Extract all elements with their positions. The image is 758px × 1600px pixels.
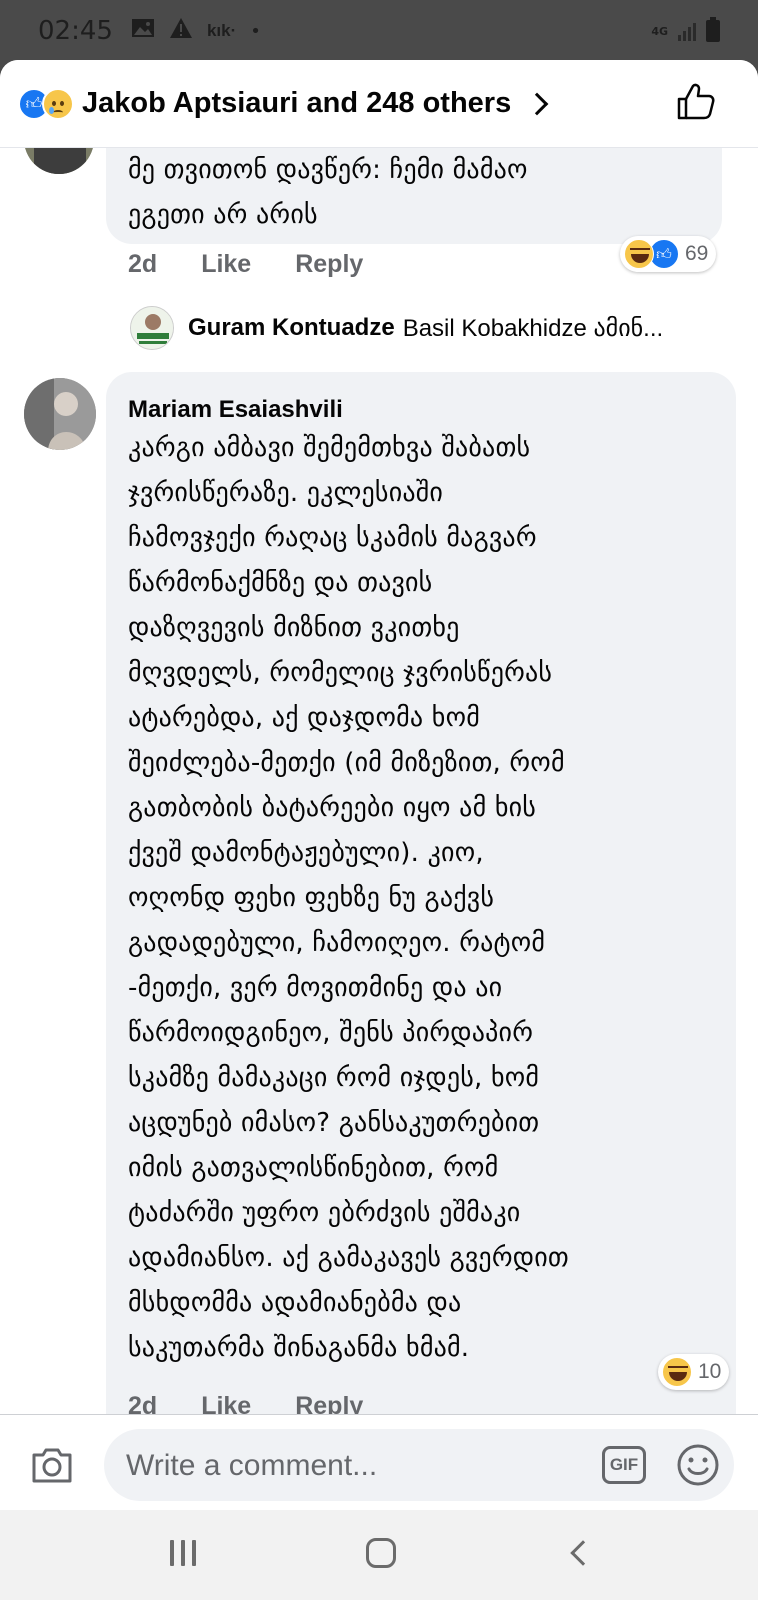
comment-input-placeholder: Write a comment... [126, 1449, 378, 1482]
reactions-comments-sheet: 👍︎ Jakob Aptsiauri and 248 others მე თვი… [0, 60, 758, 1510]
notification-dot: • [250, 20, 261, 42]
comment-line: წარმოიდგინეო, შენს პირდაპირ [128, 1018, 534, 1048]
comment-input[interactable]: Write a comment... GIF [104, 1429, 734, 1501]
camera-button[interactable] [30, 1445, 74, 1485]
comment-line: -მეთქი, ვერ მოვითმინე და აი [128, 973, 503, 1003]
comment-line: ადამიანსო. აქ გამაკავეს გვერდით [128, 1243, 569, 1273]
haha-reaction-icon [624, 239, 654, 269]
smile-icon [677, 1444, 719, 1486]
comment-line: კარგი ამბავი შემემთხვა შაბათს [128, 433, 531, 463]
warning-icon [169, 17, 193, 45]
recents-button[interactable] [170, 1540, 196, 1566]
reaction-stack: 👍︎ [18, 87, 74, 120]
status-bar: 02:45 kık· • 4G [0, 0, 758, 62]
like-link[interactable]: Like [201, 250, 251, 279]
avatar [130, 306, 174, 350]
signal-icon [678, 21, 696, 41]
comment-bubble[interactable]: Mariam Esaiashvili კარგი ამბავი შემემთხვ… [106, 372, 736, 1442]
system-navigation-bar [0, 1510, 758, 1600]
comment-line: ეგეთი არ არის [128, 200, 318, 230]
home-button[interactable] [366, 1538, 396, 1568]
comment-line: დაზღვევის მიზნით ვკითხე [128, 613, 460, 643]
gif-button[interactable]: GIF [602, 1446, 646, 1484]
avatar[interactable] [24, 378, 96, 450]
comment-composer: Write a comment... GIF [0, 1414, 758, 1510]
comment-line: შეიძლება-მეთქი (იმ მიზეზით, რომ [128, 748, 565, 778]
thumbs-up-icon [677, 83, 715, 120]
status-time: 02:45 [38, 16, 113, 46]
comment-line: ატარებდა, აქ დაჯდომა ხომ [128, 703, 481, 733]
comment-line: ჩამოვჯექი რაღაც სკამის მაგვარ [128, 523, 537, 553]
reactions-header[interactable]: 👍︎ Jakob Aptsiauri and 248 others [0, 60, 758, 148]
comment-reactions[interactable]: 👍︎ 69 [620, 236, 717, 272]
like-button[interactable] [676, 82, 716, 122]
network-type: 4G [651, 24, 668, 38]
comment-reactions[interactable]: 10 [658, 1354, 730, 1390]
chevron-right-icon[interactable] [525, 92, 549, 115]
comment-line: სკამზე მამაკაცი რომ იჯდეს, ხომ [128, 1063, 540, 1093]
comment-line: წარმონაქმნზე და თავის [128, 568, 433, 598]
comment-line: საკუთარმა შინაგანმა ხმამ. [128, 1333, 470, 1363]
reactions-summary[interactable]: Jakob Aptsiauri and 248 others [82, 87, 511, 120]
comment-line: ტაძარში უფრო ებრძვის ეშმაკი [128, 1198, 521, 1228]
comment-line: აცდუნებ იმასო? განსაკუთრებით [128, 1108, 540, 1138]
comment-line: იმის გათვალისწინებით, რომ [128, 1153, 499, 1183]
reply-author[interactable]: Guram Kontuadze [188, 314, 395, 342]
back-button[interactable] [570, 1540, 596, 1566]
haha-reaction-icon [662, 1357, 692, 1387]
comment-line: ოღონდ ფეხი ფეხზე ნუ გაქვს [128, 883, 495, 913]
comment-line: გადადებული, ჩამოიღეო. რატომ [128, 928, 546, 958]
emoji-button[interactable] [676, 1443, 720, 1487]
comment-line: ჯვრისწერაზე. ეკლესიაში [128, 478, 444, 508]
reaction-count: 69 [685, 242, 709, 265]
camera-icon [32, 1448, 72, 1483]
comment-line: ქვეშ დამონტაჟებული). კიო, [128, 838, 484, 868]
comment-line: მსხდომმა ადამიანებმა და [128, 1288, 462, 1318]
comment-line: გათბობის ბატარეები იყო ამ ხის [128, 793, 537, 823]
reaction-count: 10 [698, 1360, 722, 1383]
reply-link[interactable]: Reply [295, 250, 363, 279]
comment-line: მე თვითონ დავწერ: ჩემი მამაო [128, 155, 528, 185]
status-right: 4G [651, 17, 720, 42]
reply-preview[interactable]: Guram Kontuadze Basil Kobakhidze ამინ... [130, 306, 663, 350]
comment-line: მღვდელს, რომელიც ჯვრისწერას [128, 658, 553, 688]
comment-time: 2d [128, 250, 158, 278]
kik-icon: kık· [206, 21, 237, 40]
sad-reaction-icon [42, 87, 74, 120]
comment-author[interactable]: Mariam Esaiashvili [128, 396, 343, 424]
gallery-icon [131, 18, 155, 44]
battery-icon [706, 17, 720, 42]
reply-text: Basil Kobakhidze ამინ... [402, 314, 664, 342]
comment-actions: 2d Like Reply [128, 250, 407, 279]
